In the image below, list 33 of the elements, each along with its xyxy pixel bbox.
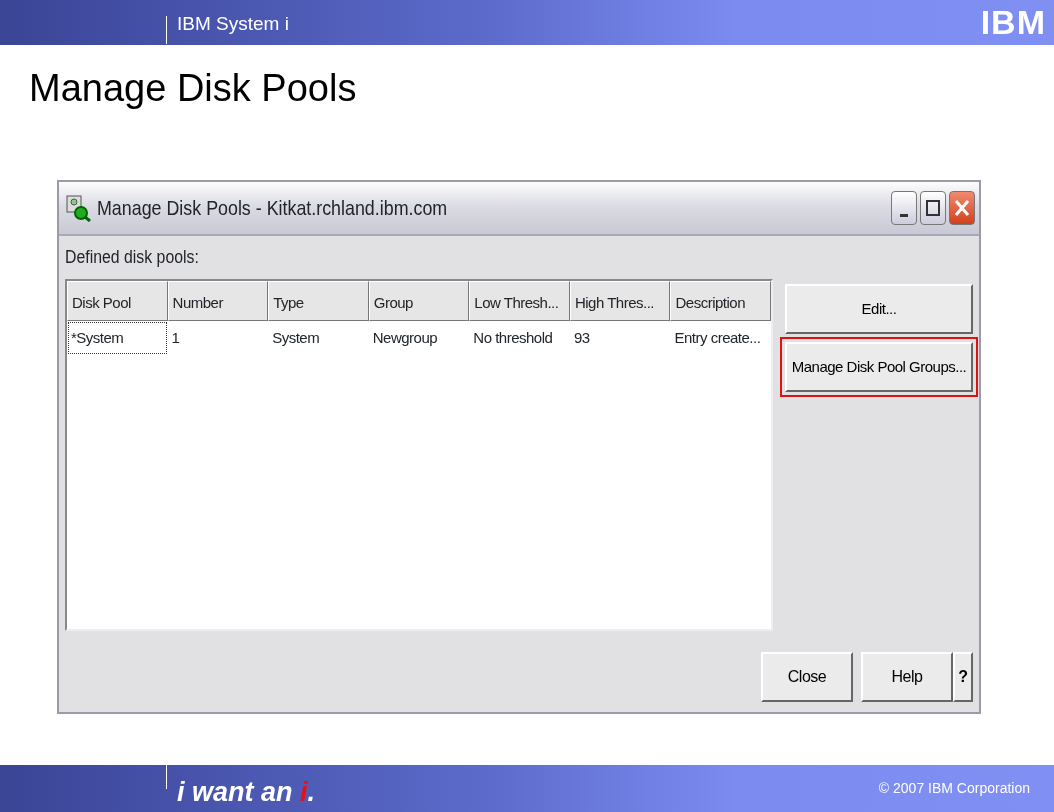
action-button[interactable]: Manage Disk Pool Groups... (785, 342, 973, 392)
tagline: i want an i. (177, 776, 316, 809)
help-button[interactable]: ? (953, 652, 973, 702)
dialog-button[interactable]: Help (861, 652, 953, 702)
column-header[interactable]: Type (268, 281, 369, 321)
company-logo: IBM (980, 5, 1046, 43)
column-header[interactable]: Disk Pool (67, 281, 168, 321)
disk-magnifier-icon (65, 194, 91, 222)
minimize-icon (900, 213, 908, 217)
dialog-button[interactable]: Close (761, 652, 853, 702)
table-cell-text: No threshold (472, 328, 554, 348)
table-cell-text: 93 (572, 328, 591, 348)
copyright-text: © 2007 IBM Corporation (878, 779, 1030, 798)
column-header[interactable]: Low Thresh... (469, 281, 570, 321)
column-header[interactable]: High Thres... (569, 281, 671, 321)
table-cell-text: 1 (170, 328, 181, 348)
window-title: Manage Disk Pools - Kitkat.rchland.ibm.com (97, 195, 448, 222)
table-cell-text: System (271, 328, 321, 348)
table-cell-text: Entry create... (673, 328, 762, 348)
list-label: Defined disk pools: (65, 246, 200, 269)
column-header[interactable]: Number (167, 281, 269, 321)
action-button[interactable]: Edit... (785, 284, 973, 334)
slide-title: Manage Disk Pools (29, 69, 358, 107)
close-icon (954, 198, 970, 218)
maximize-button[interactable] (920, 191, 946, 225)
table-cell: *System (67, 321, 168, 355)
minimize-button[interactable] (891, 191, 917, 225)
column-header[interactable]: Group (368, 281, 470, 321)
product-name: IBM System i (177, 14, 289, 36)
table-cell-text: Newgroup (371, 328, 439, 348)
close-button[interactable] (949, 191, 975, 225)
maximize-icon (925, 198, 941, 218)
column-header[interactable]: Description (670, 281, 772, 321)
